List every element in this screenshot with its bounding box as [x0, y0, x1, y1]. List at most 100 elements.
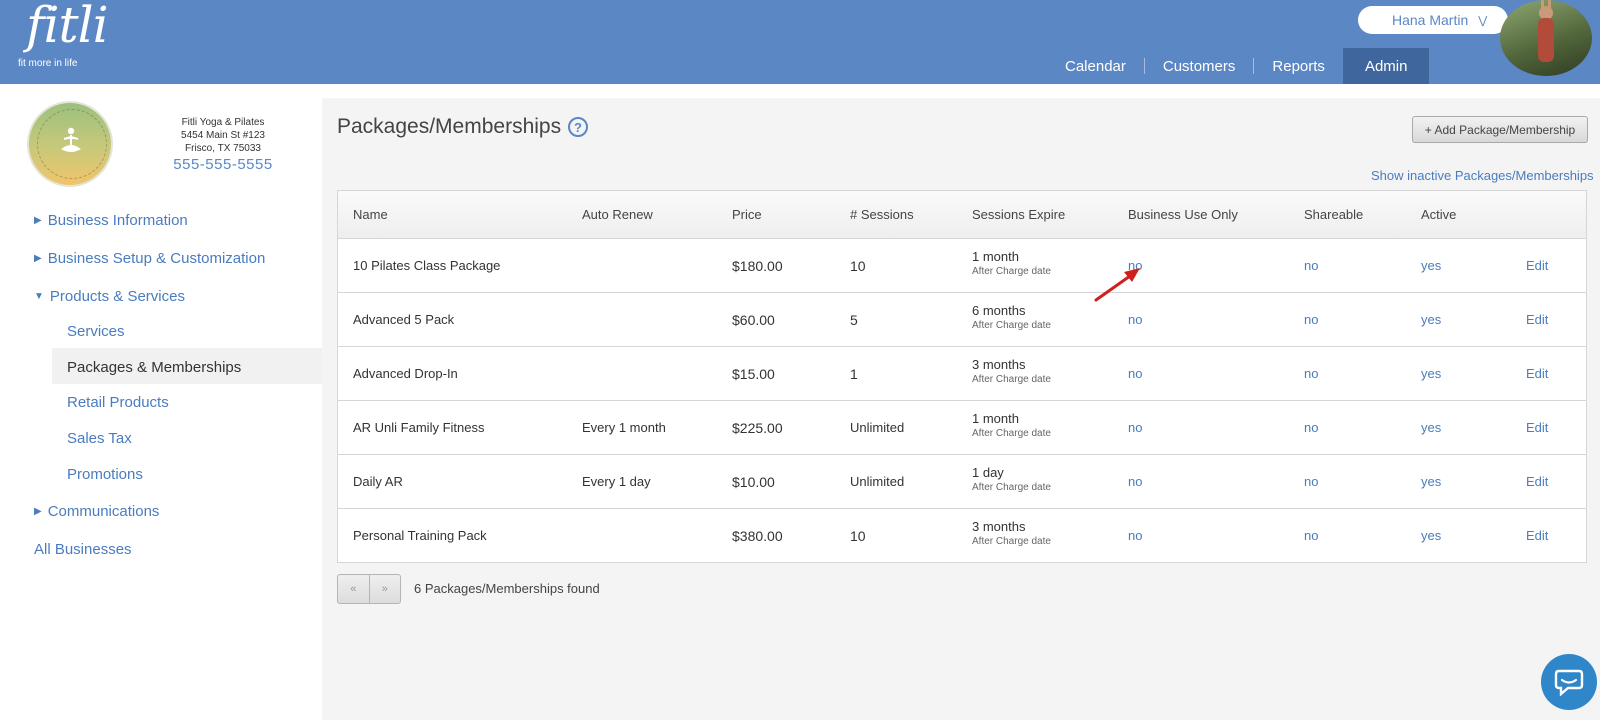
- col-price[interactable]: Price: [732, 207, 762, 222]
- cell-active[interactable]: yes: [1421, 474, 1441, 489]
- col-business-use-only[interactable]: Business Use Only: [1128, 207, 1238, 222]
- cell-active[interactable]: yes: [1421, 312, 1441, 327]
- next-page-button[interactable]: »: [370, 575, 401, 603]
- cell-price: $10.00: [732, 474, 775, 490]
- sidebar-item-products-services[interactable]: ▼ Products & Services: [34, 288, 185, 305]
- business-address-1: 5454 Main St #123: [181, 130, 265, 141]
- sidebar-subitem-packages-memberships[interactable]: Packages & Memberships: [67, 359, 241, 376]
- business-name: Fitli Yoga & Pilates: [181, 117, 265, 128]
- sidebar-item-label: Products & Services: [49, 288, 185, 305]
- cell-price: $180.00: [732, 258, 783, 274]
- col-auto-renew[interactable]: Auto Renew: [582, 207, 653, 222]
- main-nav: Calendar Customers Reports Admin: [1047, 48, 1430, 84]
- expire-basis: After Charge date: [972, 374, 1051, 385]
- business-phone[interactable]: 555-555-5555: [160, 157, 286, 172]
- sidebar-item-label: Communications: [47, 503, 160, 520]
- cell-auto-renew: Every 1 day: [582, 474, 651, 489]
- cell-name: Advanced 5 Pack: [353, 312, 455, 327]
- cell-sessions: 1: [850, 366, 858, 382]
- cell-business-use-only[interactable]: no: [1128, 528, 1142, 543]
- nav-admin[interactable]: Admin: [1342, 48, 1430, 84]
- col-sessions[interactable]: # Sessions: [850, 207, 914, 222]
- cell-business-use-only[interactable]: no: [1128, 420, 1142, 435]
- cell-active[interactable]: yes: [1421, 258, 1441, 273]
- cell-shareable[interactable]: no: [1304, 420, 1318, 435]
- expire-basis: After Charge date: [972, 320, 1051, 331]
- nav-reports[interactable]: Reports: [1254, 48, 1343, 84]
- sidebar-subitem-sales-tax[interactable]: Sales Tax: [67, 430, 132, 447]
- cell-price: $225.00: [732, 420, 783, 436]
- cell-active[interactable]: yes: [1421, 528, 1441, 543]
- cell-sessions: 10: [850, 528, 866, 544]
- cell-business-use-only[interactable]: no: [1128, 312, 1142, 327]
- table-row: 10 Pilates Class Package $180.00 10 1 mo…: [338, 239, 1586, 293]
- chat-icon[interactable]: [1541, 654, 1597, 710]
- cell-shareable[interactable]: no: [1304, 474, 1318, 489]
- nav-customers[interactable]: Customers: [1145, 48, 1254, 84]
- fitli-logo[interactable]: fitli fit more in life: [14, 0, 109, 72]
- col-active[interactable]: Active: [1421, 207, 1456, 222]
- table-row: Daily AR Every 1 day $10.00 Unlimited 1 …: [338, 455, 1586, 509]
- cell-price: $15.00: [732, 366, 775, 382]
- cell-shareable[interactable]: no: [1304, 258, 1318, 273]
- page-title: Packages/Memberships: [337, 115, 562, 138]
- cell-business-use-only[interactable]: no: [1128, 366, 1142, 381]
- main-content: Packages/Memberships ? + Add Package/Mem…: [322, 98, 1600, 720]
- cell-name: Personal Training Pack: [353, 528, 487, 543]
- sidebar-item-label: All Businesses: [34, 541, 132, 558]
- cell-shareable[interactable]: no: [1304, 366, 1318, 381]
- cell-sessions: Unlimited: [850, 474, 905, 489]
- table-row: Advanced 5 Pack $60.00 5 6 months After …: [338, 293, 1586, 347]
- edit-link[interactable]: Edit: [1526, 528, 1548, 543]
- business-info: Fitli Yoga & Pilates 5454 Main St #123 F…: [160, 116, 286, 172]
- top-header: fitli fit more in life Hana Martin ⋁ Cal…: [0, 0, 1600, 84]
- business-address-2: Frisco, TX 75033: [185, 143, 261, 154]
- caret-right-icon: ▶: [34, 215, 42, 226]
- expire-basis: After Charge date: [972, 482, 1051, 493]
- sidebar-item-business-information[interactable]: ▶ Business Information: [34, 212, 188, 229]
- sidebar-item-communications[interactable]: ▶ Communications: [34, 503, 159, 520]
- expire-value: 3 months: [972, 519, 1026, 534]
- col-shareable[interactable]: Shareable: [1304, 207, 1363, 222]
- edit-link[interactable]: Edit: [1526, 366, 1548, 381]
- help-icon[interactable]: ?: [568, 117, 588, 137]
- sidebar-item-all-businesses[interactable]: All Businesses: [34, 541, 132, 558]
- edit-link[interactable]: Edit: [1526, 420, 1548, 435]
- sidebar-subitem-services[interactable]: Services: [67, 323, 125, 340]
- cell-shareable[interactable]: no: [1304, 312, 1318, 327]
- cell-sessions: 10: [850, 258, 866, 274]
- table-row: Personal Training Pack $380.00 10 3 mont…: [338, 509, 1586, 562]
- expire-value: 1 month: [972, 249, 1019, 264]
- cell-active[interactable]: yes: [1421, 366, 1441, 381]
- user-name: Hana Martin: [1392, 12, 1469, 28]
- expire-basis: After Charge date: [972, 428, 1051, 439]
- edit-link[interactable]: Edit: [1526, 312, 1548, 327]
- col-sessions-expire[interactable]: Sessions Expire: [972, 207, 1065, 222]
- edit-link[interactable]: Edit: [1526, 474, 1548, 489]
- sidebar-item-business-setup[interactable]: ▶ Business Setup & Customization: [34, 250, 265, 267]
- prev-page-button[interactable]: «: [338, 575, 370, 603]
- expire-value: 3 months: [972, 357, 1026, 372]
- col-name[interactable]: Name: [353, 207, 388, 222]
- caret-down-icon: ▼: [34, 291, 44, 302]
- sidebar-subitem-promotions[interactable]: Promotions: [67, 466, 143, 483]
- cell-active[interactable]: yes: [1421, 420, 1441, 435]
- cell-shareable[interactable]: no: [1304, 528, 1318, 543]
- user-menu[interactable]: Hana Martin ⋁: [1358, 6, 1508, 34]
- nav-calendar[interactable]: Calendar: [1047, 48, 1144, 84]
- edit-link[interactable]: Edit: [1526, 258, 1548, 273]
- show-inactive-link[interactable]: Show inactive Packages/Memberships: [1371, 168, 1594, 183]
- cell-expire: 1 month After Charge date: [972, 411, 1051, 439]
- sidebar-subitem-retail-products[interactable]: Retail Products: [67, 394, 169, 411]
- cell-expire: 6 months After Charge date: [972, 303, 1051, 331]
- cell-business-use-only[interactable]: no: [1128, 474, 1142, 489]
- expire-basis: After Charge date: [972, 266, 1051, 277]
- avatar[interactable]: [1500, 0, 1592, 76]
- cell-price: $380.00: [732, 528, 783, 544]
- add-package-button[interactable]: + Add Package/Membership: [1412, 116, 1588, 143]
- logo-tagline: fit more in life: [18, 58, 78, 69]
- caret-right-icon: ▶: [34, 253, 42, 264]
- cell-name: Daily AR: [353, 474, 403, 489]
- sidebar-item-label: Business Information: [47, 212, 188, 229]
- business-logo: [27, 101, 113, 187]
